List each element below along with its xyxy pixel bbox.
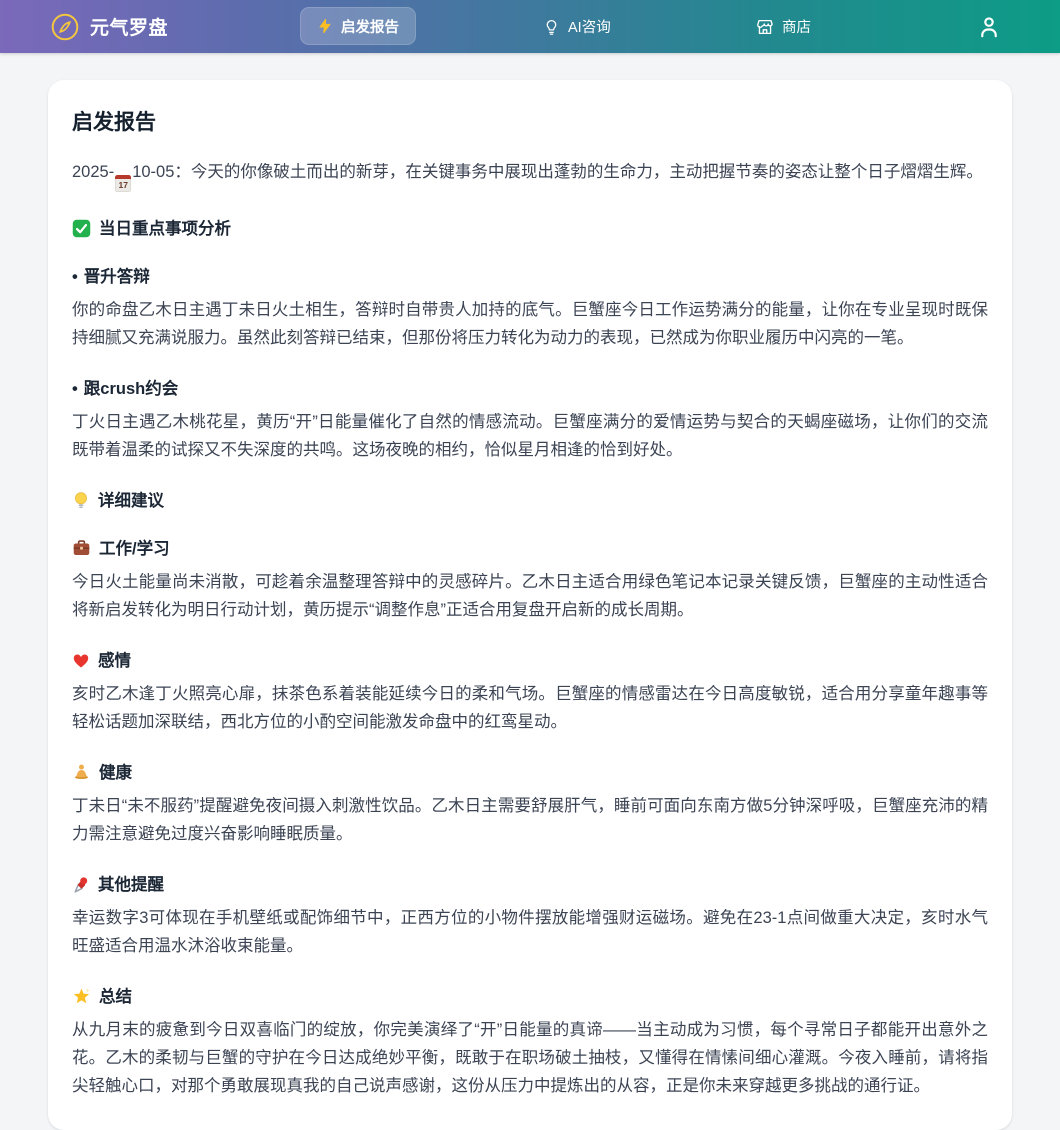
brand[interactable]: 元气罗盘 (50, 0, 168, 53)
nav-item-ai[interactable]: AI咨询 (543, 0, 611, 53)
pushpin-icon (72, 876, 90, 894)
item-body: 幸运数字3可体现在手机壁纸或配饰细节中，正西方位的小物件摆放能增强财运磁场。避免… (72, 904, 988, 960)
item-heading-health: 健康 (72, 762, 988, 784)
page-title: 启发报告 (72, 106, 988, 136)
date-rest: 10-05：今天的你像破土而出的新芽，在关键事务中展现出蓬勃的生命力，主动把握节… (132, 163, 983, 181)
nav-item-shop-label: 商店 (782, 16, 811, 37)
item-body: 亥时乙木逢丁火照亮心扉，抹茶色系着装能延续今日的柔和气场。巨蟹座的情感雷达在今日… (72, 680, 988, 736)
section-heading-label: 当日重点事项分析 (99, 218, 231, 240)
lightbulb-outline-icon (543, 18, 560, 36)
report-card: 启发报告 2025-1710-05：今天的你像破土而出的新芽，在关键事务中展现出… (48, 80, 1012, 1130)
date-prefix: 2025- (72, 163, 114, 181)
item-body: 从九月末的疲惫到今日双喜临门的绽放，你完美演绎了“开”日能量的真谛——当主动成为… (72, 1016, 988, 1100)
item-heading-promotion: • 晋升答辩 (72, 266, 988, 288)
top-nav-bar: 元气罗盘 启发报告 AI咨询 商店 (0, 0, 1060, 53)
item-heading-work: 工作/学习 (72, 538, 988, 560)
item-body: 丁未日“未不服药”提醒避免夜间摄入刺激性饮品。乙木日主需要舒展肝气，睡前可面向东… (72, 792, 988, 848)
brand-name: 元气罗盘 (90, 13, 168, 40)
item-heading-label: 总结 (99, 986, 132, 1008)
user-icon (976, 14, 1002, 40)
store-icon (756, 18, 774, 36)
item-heading-label: 晋升答辩 (84, 266, 150, 288)
item-heading-label: 健康 (99, 762, 132, 784)
zap-icon (317, 18, 333, 34)
item-body: 丁火日主遇乙木桃花星，黄历“开”日能量催化了自然的情感流动。巨蟹座满分的爱情运势… (72, 408, 988, 464)
nav-item-report[interactable]: 启发报告 (300, 7, 416, 45)
item-heading-other: 其他提醒 (72, 874, 988, 896)
nav-item-report-label: 启发报告 (341, 16, 399, 37)
section-heading-label: 详细建议 (98, 490, 164, 512)
nav-item-ai-label: AI咨询 (568, 16, 611, 37)
meditation-icon (72, 763, 91, 782)
section-heading-key-events: 当日重点事项分析 (72, 218, 988, 240)
profile-button[interactable] (975, 13, 1003, 41)
briefcase-icon (72, 539, 91, 558)
item-heading-date: • 跟crush约会 (72, 378, 988, 400)
calendar-icon: 17 (115, 175, 131, 192)
nav-item-shop[interactable]: 商店 (756, 0, 811, 53)
item-body: 今日火土能量尚未消散，可趁着余温整理答辩中的灵感碎片。乙木日主适合用绿色笔记本记… (72, 568, 988, 624)
lightbulb-icon (72, 491, 90, 510)
heart-icon (72, 652, 90, 670)
item-heading-summary: 总结 (72, 986, 988, 1008)
report-date-line: 2025-1710-05：今天的你像破土而出的新芽，在关键事务中展现出蓬勃的生命… (72, 158, 988, 192)
compass-icon (50, 12, 80, 42)
item-heading-love: 感情 (72, 650, 988, 672)
check-icon (72, 219, 91, 238)
star-icon (72, 987, 91, 1006)
item-heading-label: 工作/学习 (99, 538, 170, 560)
item-heading-label: 跟crush约会 (84, 378, 178, 400)
bullet: • (72, 378, 78, 400)
item-heading-label: 感情 (98, 650, 131, 672)
item-body: 你的命盘乙木日主遇丁未日火土相生，答辩时自带贵人加持的底气。巨蟹座今日工作运势满… (72, 296, 988, 352)
item-heading-label: 其他提醒 (98, 874, 164, 896)
bullet: • (72, 266, 78, 288)
section-heading-advice: 详细建议 (72, 490, 988, 512)
